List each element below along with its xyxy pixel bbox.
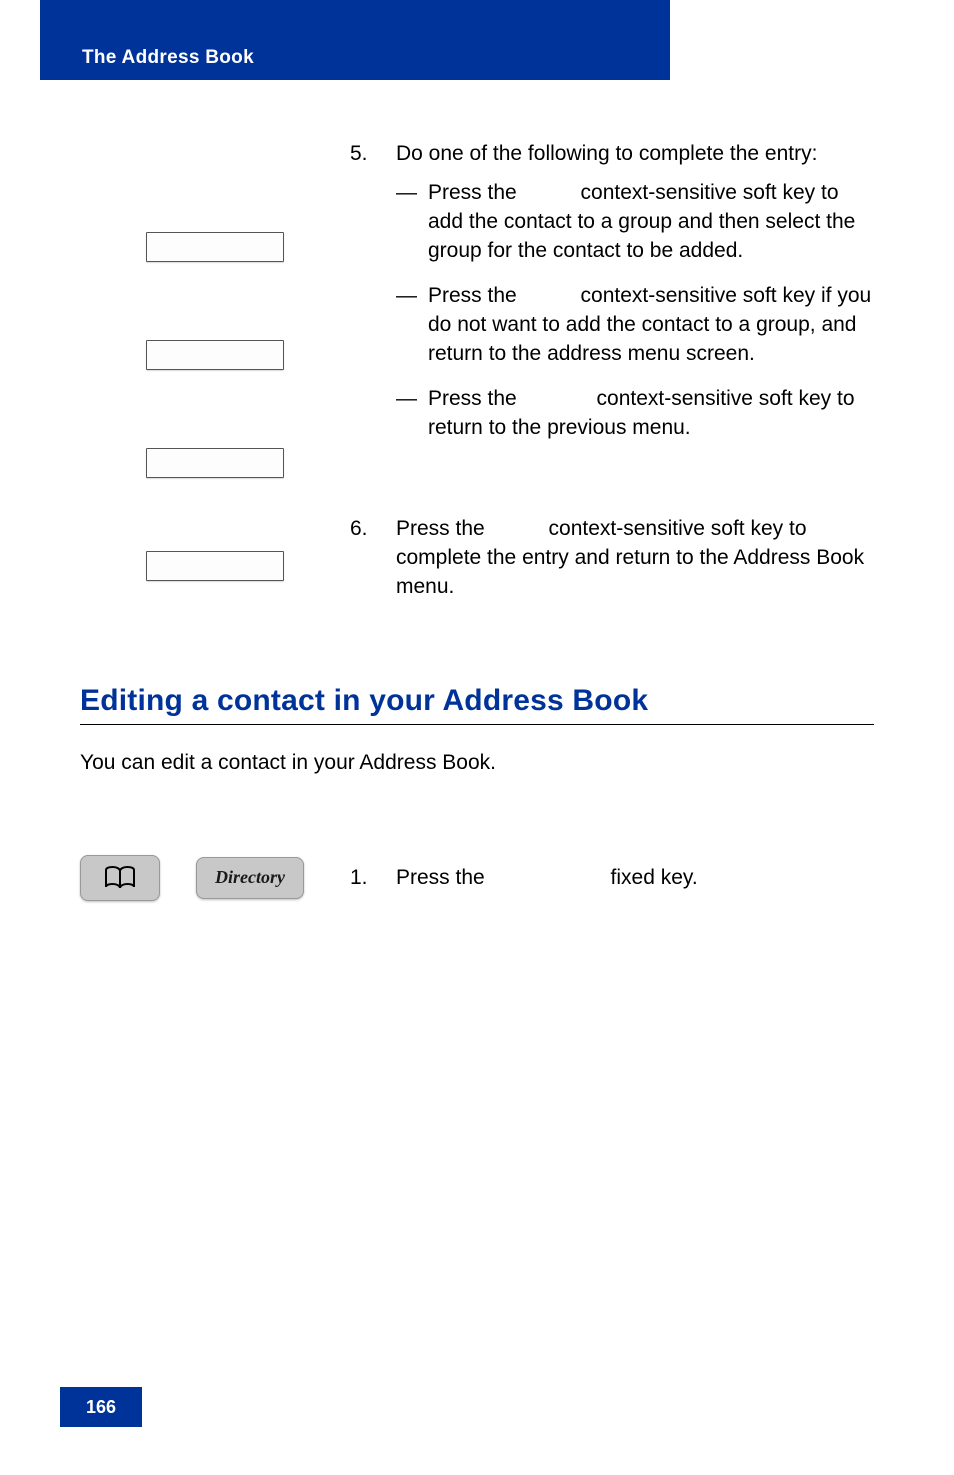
page-container: The Address Book 5. Do one of the follow… — [0, 0, 954, 1475]
step-5-row: 5. Do one of the following to complete t… — [80, 140, 874, 495]
step-6-pre: Press the — [396, 517, 485, 540]
page-number: 166 — [86, 1397, 116, 1417]
step-6-row: 6. Press the context-sensitive soft key … — [80, 515, 874, 638]
dash: — — [396, 282, 428, 369]
directory-key-label: Directory — [215, 867, 285, 888]
sub-text-pre: Press the — [428, 181, 517, 204]
step-number: 5. — [350, 140, 396, 459]
heading-rule — [80, 724, 874, 725]
step-1-post: fixed key. — [605, 866, 698, 889]
step-6: 6. Press the context-sensitive soft key … — [350, 515, 874, 602]
page-number-tab: 166 — [60, 1387, 142, 1427]
step-6-text-column: 6. Press the context-sensitive soft key … — [350, 515, 874, 638]
softkey-button-blank[interactable] — [146, 551, 284, 581]
step-5: 5. Do one of the following to complete t… — [350, 140, 874, 459]
header-stripe — [40, 0, 670, 36]
step-6-softkeys-column — [80, 515, 350, 581]
directory-key-group: Directory — [80, 855, 350, 901]
step-5-sub-2: — Press the context-sensitive soft key i… — [396, 282, 874, 369]
dash: — — [396, 179, 428, 266]
section-intro: You can edit a contact in your Address B… — [80, 751, 874, 775]
chapter-title: The Address Book — [82, 47, 254, 68]
step-5-intro: Do one of the following to complete the … — [396, 142, 817, 165]
step-1-pre: Press the — [396, 866, 485, 889]
edit-step-1-text: 1. Press the fixed key. — [350, 866, 874, 890]
sub-text-pre: Press the — [428, 387, 517, 410]
softkey-button-blank[interactable] — [146, 448, 284, 478]
section-heading: Editing a contact in your Address Book — [80, 684, 874, 718]
step-5-text-column: 5. Do one of the following to complete t… — [350, 140, 874, 495]
step-5-sub-1: — Press the context-sensitive soft key t… — [396, 179, 874, 266]
step-number: 6. — [350, 515, 396, 602]
directory-label-key[interactable]: Directory — [196, 857, 304, 899]
step-number: 1. — [350, 866, 396, 890]
edit-step-1-row: Directory 1. Press the fixed key. — [80, 855, 874, 901]
dash: — — [396, 385, 428, 443]
directory-icon-key[interactable] — [80, 855, 160, 901]
softkey-button-blank[interactable] — [146, 340, 284, 370]
sub-text-pre: Press the — [428, 284, 517, 307]
step-5-softkeys-column — [80, 140, 350, 478]
step-5-sub-3: — Press the context-sensitive soft key t… — [396, 385, 874, 443]
page-content: 5. Do one of the following to complete t… — [80, 140, 874, 901]
softkey-button-blank[interactable] — [146, 232, 284, 262]
open-book-icon — [103, 864, 137, 892]
chapter-header: The Address Book — [40, 36, 670, 80]
